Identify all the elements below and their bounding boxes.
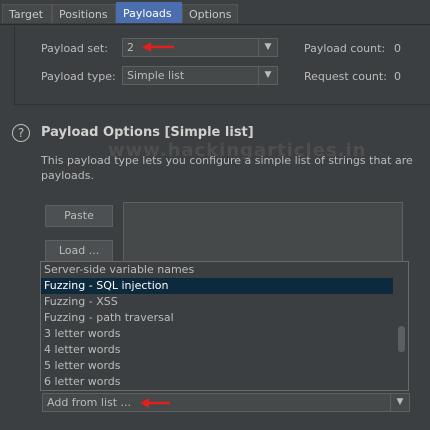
tab-bar: Target Positions Payloads Options: [0, 0, 430, 25]
chevron-down-icon: ▼: [390, 394, 409, 411]
payload-set-label: Payload set:: [41, 42, 108, 55]
description-line-2: payloads.: [41, 169, 94, 182]
description-line-1: This payload type lets you configure a s…: [41, 154, 413, 167]
payload-set-value: 2: [127, 41, 134, 54]
list-item[interactable]: Fuzzing - SQL injection: [41, 278, 393, 294]
scrollbar-thumb[interactable]: [398, 326, 405, 352]
paste-button[interactable]: Paste: [45, 205, 113, 227]
add-from-list-dropdown[interactable]: Server-side variable names Fuzzing - SQL…: [40, 261, 409, 391]
chevron-down-icon: ▼: [258, 67, 277, 84]
list-item[interactable]: 3 letter words: [41, 326, 393, 342]
request-count-label: Request count:: [304, 70, 387, 83]
list-item[interactable]: Fuzzing - XSS: [41, 294, 393, 310]
dropdown-scrollbar[interactable]: [397, 262, 407, 390]
payload-type-label: Payload type:: [41, 70, 116, 83]
payload-list[interactable]: [123, 202, 403, 263]
tab-payloads[interactable]: Payloads: [116, 2, 182, 23]
list-item[interactable]: 4 letter words: [41, 342, 393, 358]
red-annotation-arrow-icon: [142, 42, 174, 52]
tab-options[interactable]: Options: [182, 4, 238, 23]
chevron-down-icon: ▼: [258, 39, 277, 56]
add-from-list-select[interactable]: Add from list ... ▼: [42, 393, 410, 412]
payload-type-select[interactable]: Simple list ▼: [122, 66, 278, 85]
request-count-value: 0: [394, 70, 401, 83]
add-from-list-value: Add from list ...: [47, 396, 132, 409]
red-annotation-arrow-icon: [140, 398, 170, 408]
payload-sets-section: [14, 24, 430, 105]
tab-positions[interactable]: Positions: [52, 4, 116, 23]
list-item[interactable]: Server-side variable names: [41, 262, 393, 278]
payload-type-value: Simple list: [127, 69, 185, 82]
help-icon[interactable]: ?: [12, 124, 30, 142]
section-description: This payload type lets you configure a s…: [41, 153, 430, 183]
load-button[interactable]: Load ...: [45, 240, 113, 262]
payload-count-label: Payload count:: [304, 42, 386, 55]
list-item[interactable]: 6 letter words: [41, 374, 393, 390]
section-title: Payload Options [Simple list]: [41, 125, 254, 140]
list-item[interactable]: 5 letter words: [41, 358, 393, 374]
list-item[interactable]: Fuzzing - path traversal: [41, 310, 393, 326]
tab-target[interactable]: Target: [2, 4, 52, 23]
payload-count-value: 0: [394, 42, 401, 55]
